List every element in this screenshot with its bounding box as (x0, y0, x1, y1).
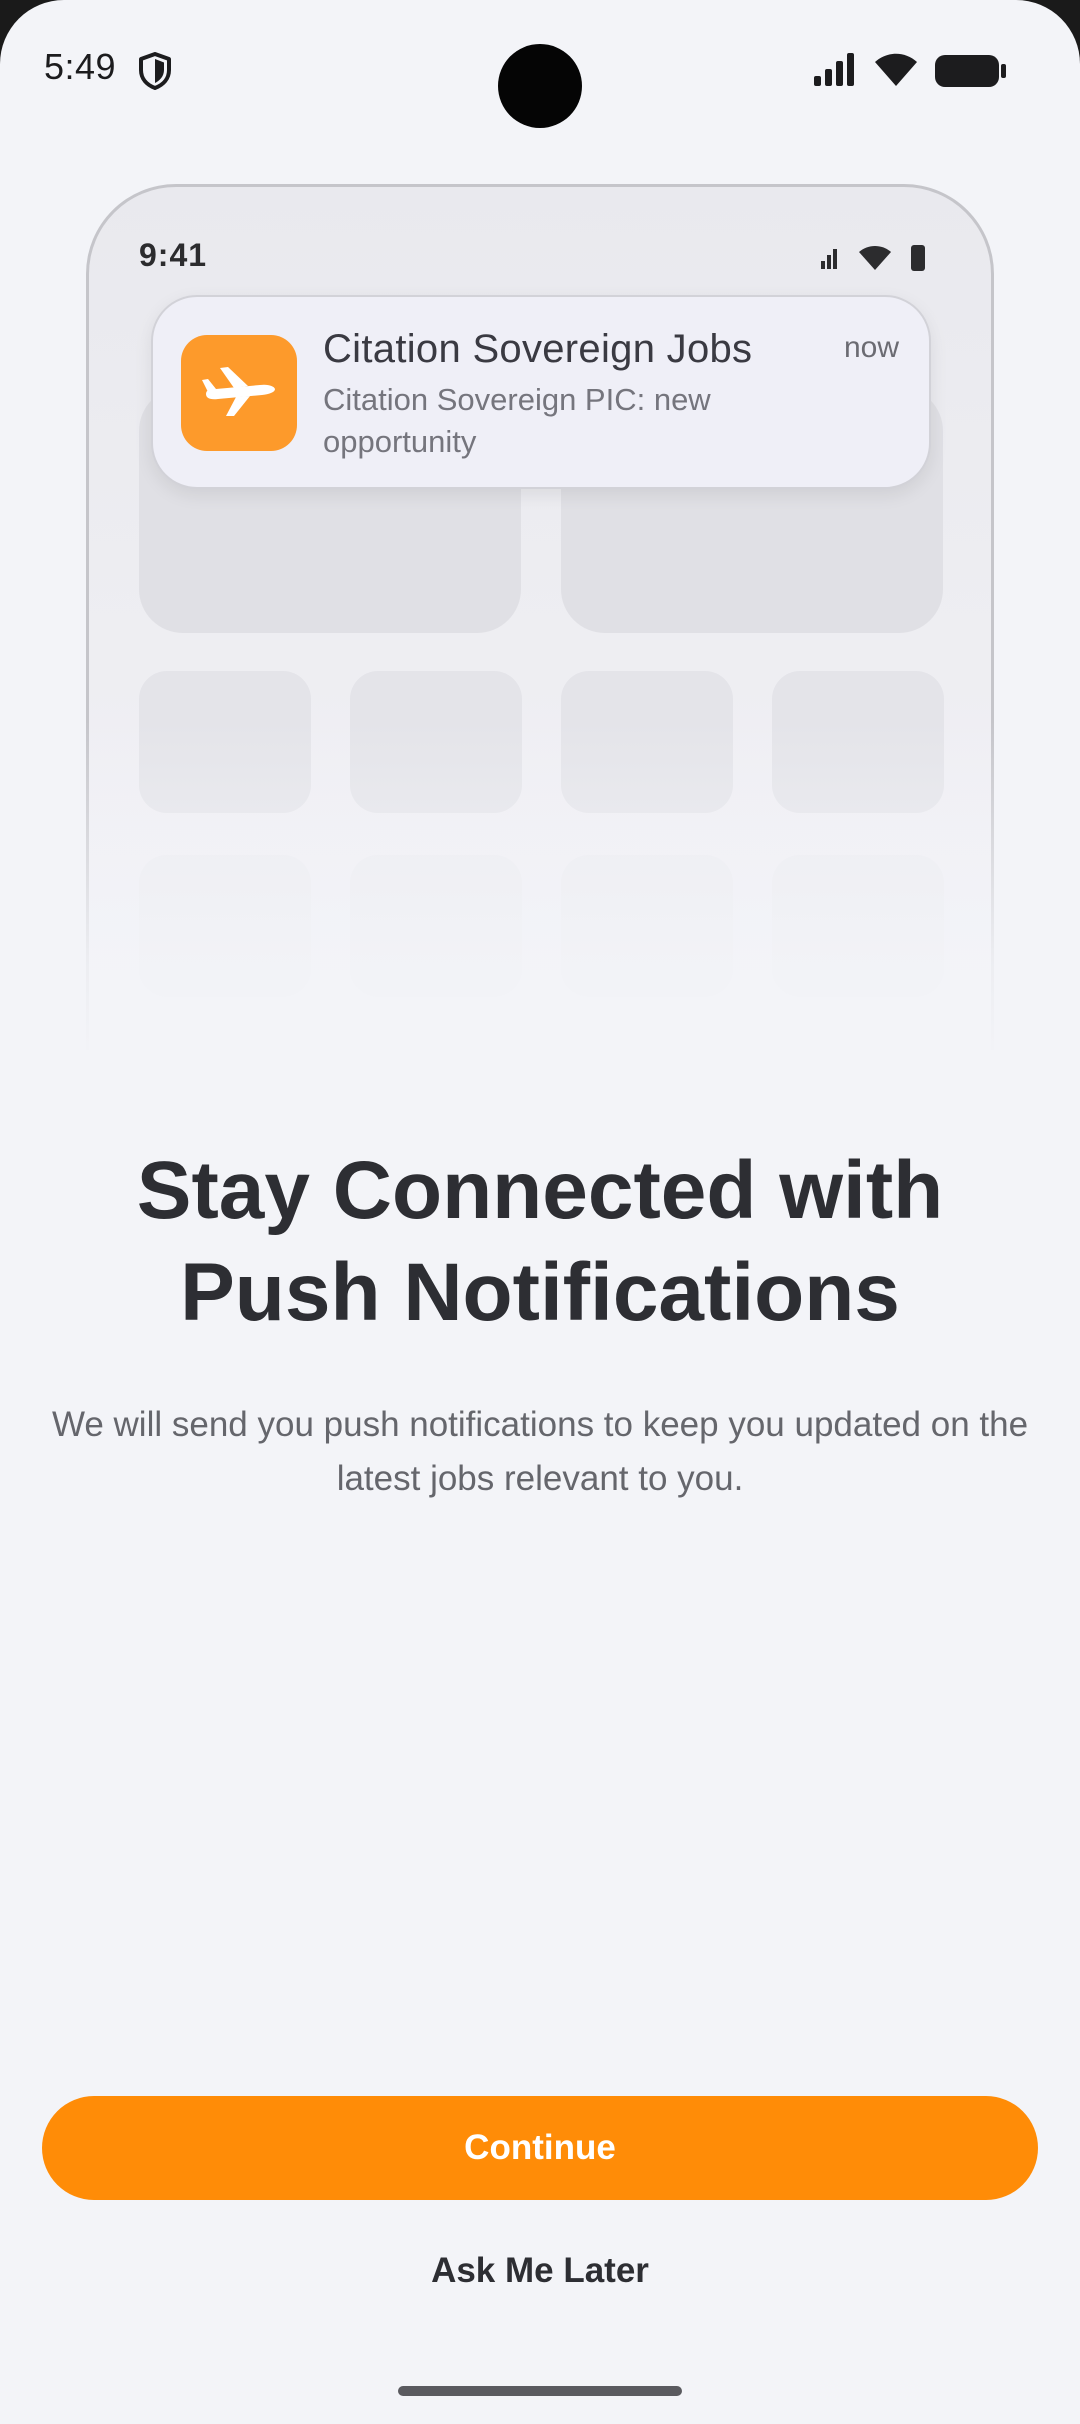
notification-time: now (843, 331, 899, 364)
notification-message: Citation Sovereign PIC: new opportunity (323, 382, 711, 459)
ask-me-later-button[interactable]: Ask Me Later (340, 2236, 740, 2306)
mockup-time: 9:41 (139, 237, 208, 273)
status-time: 5:49 (44, 46, 117, 87)
signal-icon (814, 53, 854, 86)
app-icon (181, 335, 297, 451)
mockup-status-icons (821, 245, 925, 271)
page-description: We will send you push notifications to k… (51, 1405, 1029, 1498)
home-indicator[interactable] (398, 2386, 682, 2396)
front-camera (498, 44, 582, 128)
continue-button[interactable]: Continue (42, 2096, 1038, 2200)
wifi-icon (875, 53, 917, 86)
shield-icon (139, 52, 171, 90)
page-title: Stay Connected with Push Notifications (136, 1145, 944, 1338)
notification-card: Citation Sovereign Jobs now Citation Sov… (151, 295, 931, 489)
status-bar: 5:49 (0, 0, 1080, 140)
mockup-fade-overlay (80, 720, 1000, 1060)
airplane-icon (202, 367, 275, 416)
notification-app-name: Citation Sovereign Jobs (323, 327, 753, 371)
onboarding-screen: 5:49 9:41 Citation Sovereign Jobs now Ci… (0, 0, 1080, 2424)
battery-icon (935, 55, 1006, 87)
